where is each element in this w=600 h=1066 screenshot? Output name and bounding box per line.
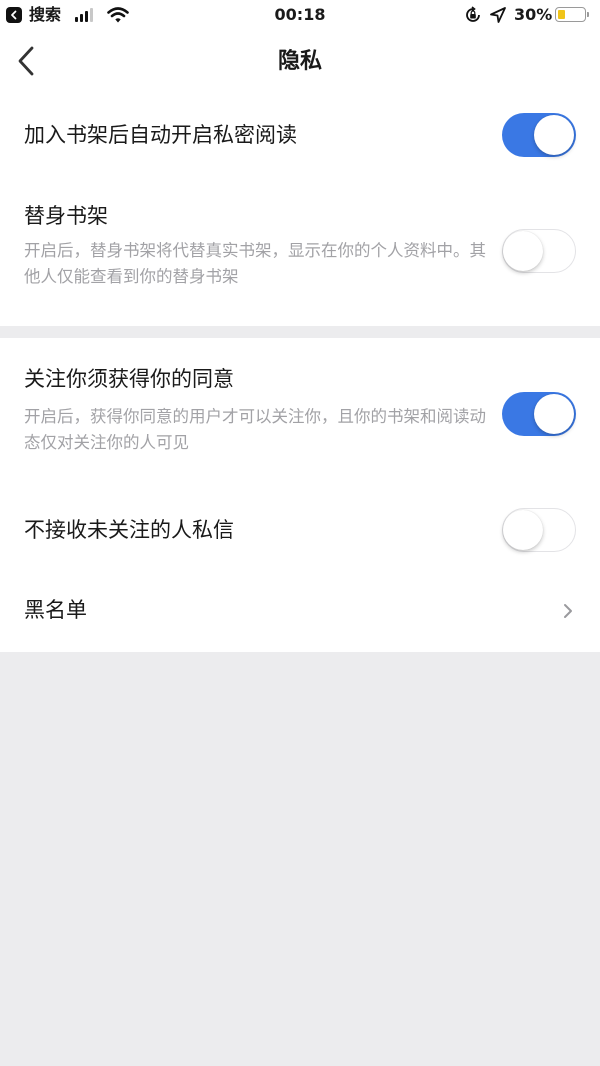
setting-row-blacklist[interactable]: 黑名单 xyxy=(0,570,600,652)
setting-description: 开启后，获得你同意的用户才可以关注你，且你的书架和阅读动态仅对关注你的人可见 xyxy=(24,407,486,452)
no-stranger-dm-toggle[interactable] xyxy=(502,508,576,552)
setting-row-avatar-bookshelf: 替身书架 开启后，替身书架将代替真实书架，显示在你的个人资料中。其他人仅能查看到… xyxy=(0,176,600,326)
toggle-knob xyxy=(503,509,543,550)
battery-percentage: 30% xyxy=(514,5,553,24)
setting-title: 关注你须获得你的同意 xyxy=(24,367,234,391)
toggle-knob xyxy=(534,394,574,434)
setting-row-auto-private-reading: 加入书架后自动开启私密阅读 xyxy=(0,94,600,176)
toggle-knob xyxy=(503,230,543,271)
location-arrow-icon xyxy=(490,7,506,23)
setting-title: 不接收未关注的人私信 xyxy=(24,518,234,542)
setting-row-no-stranger-dm: 不接收未关注的人私信 xyxy=(0,480,600,570)
setting-title: 替身书架 xyxy=(24,204,108,228)
chevron-right-icon xyxy=(564,604,572,618)
clock-time: 00:18 xyxy=(274,5,326,24)
setting-description: 开启后，替身书架将代替真实书架，显示在你的个人资料中。其他人仅能查看到你的替身书… xyxy=(24,241,486,286)
orientation-lock-icon xyxy=(466,6,480,22)
follow-consent-toggle[interactable] xyxy=(502,392,576,436)
page-title: 隐私 xyxy=(277,49,322,74)
avatar-bookshelf-toggle[interactable] xyxy=(502,229,576,273)
settings-group-social: 关注你须获得你的同意 开启后，获得你同意的用户才可以关注你，且你的书架和阅读动态… xyxy=(0,338,600,652)
battery-level-fill xyxy=(558,10,565,19)
toggle-knob xyxy=(534,115,574,155)
battery-tip xyxy=(587,12,589,17)
navigation-bar: 隐私 xyxy=(0,32,600,94)
setting-title: 黑名单 xyxy=(24,598,87,622)
setting-title: 加入书架后自动开启私密阅读 xyxy=(24,123,297,147)
battery-icon xyxy=(555,7,586,22)
auto-private-reading-toggle[interactable] xyxy=(502,113,576,157)
settings-group-reading: 加入书架后自动开启私密阅读 替身书架 开启后，替身书架将代替真实书架，显示在你的… xyxy=(0,94,600,326)
setting-row-follow-consent: 关注你须获得你的同意 开启后，获得你同意的用户才可以关注你，且你的书架和阅读动态… xyxy=(0,338,600,480)
status-bar: 搜索 00:18 30% xyxy=(0,0,600,32)
